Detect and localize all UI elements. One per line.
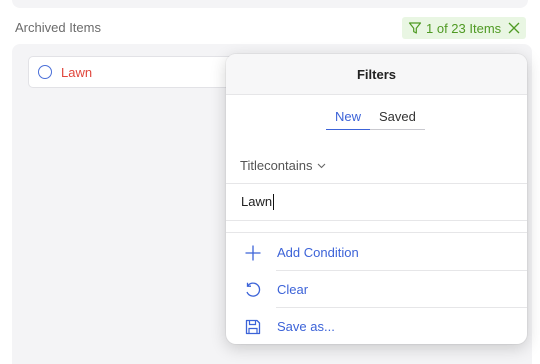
tab-saved[interactable]: Saved bbox=[370, 108, 425, 130]
condition-value: Lawn bbox=[241, 193, 273, 209]
condition-field-dropdown[interactable]: Titlecontains bbox=[240, 158, 326, 173]
filters-popover: Filters New Saved Titlecontains Lawn Add… bbox=[226, 54, 527, 344]
clear-label: Clear bbox=[277, 282, 309, 297]
filter-badge[interactable]: 1 of 23 Items bbox=[402, 17, 526, 39]
plus-icon bbox=[245, 245, 261, 260]
list-item-label: Lawn bbox=[61, 64, 93, 80]
funnel-icon bbox=[408, 22, 422, 34]
chevron-down-icon bbox=[317, 163, 325, 169]
add-condition-button[interactable]: Add Condition bbox=[226, 234, 527, 271]
filter-count-text: 1 of 23 Items bbox=[426, 20, 502, 36]
popover-title: Filters bbox=[226, 54, 527, 95]
list-item[interactable]: Lawn bbox=[28, 56, 258, 88]
tab-new[interactable]: New bbox=[326, 108, 371, 130]
condition-value-input[interactable]: Lawn bbox=[226, 183, 527, 221]
section-title: Archived Items bbox=[15, 20, 101, 35]
save-icon bbox=[245, 319, 261, 334]
archived-items-page: Archived Items 1 of 23 Items Lawn Filter… bbox=[0, 0, 540, 364]
top-strip bbox=[12, 0, 528, 8]
filter-tabs: New Saved bbox=[326, 108, 425, 130]
save-as-label: Save as... bbox=[277, 319, 335, 334]
undo-icon bbox=[246, 281, 261, 297]
clear-button[interactable]: Clear bbox=[226, 271, 527, 308]
save-as-button[interactable]: Save as... bbox=[226, 308, 527, 344]
close-icon[interactable] bbox=[507, 21, 521, 35]
text-cursor bbox=[273, 194, 275, 211]
divider bbox=[226, 232, 527, 233]
condition-field-label: Titlecontains bbox=[240, 158, 313, 173]
circle-icon[interactable] bbox=[38, 65, 52, 79]
add-condition-label: Add Condition bbox=[277, 245, 359, 260]
condition-value-text: Lawn bbox=[241, 193, 275, 211]
